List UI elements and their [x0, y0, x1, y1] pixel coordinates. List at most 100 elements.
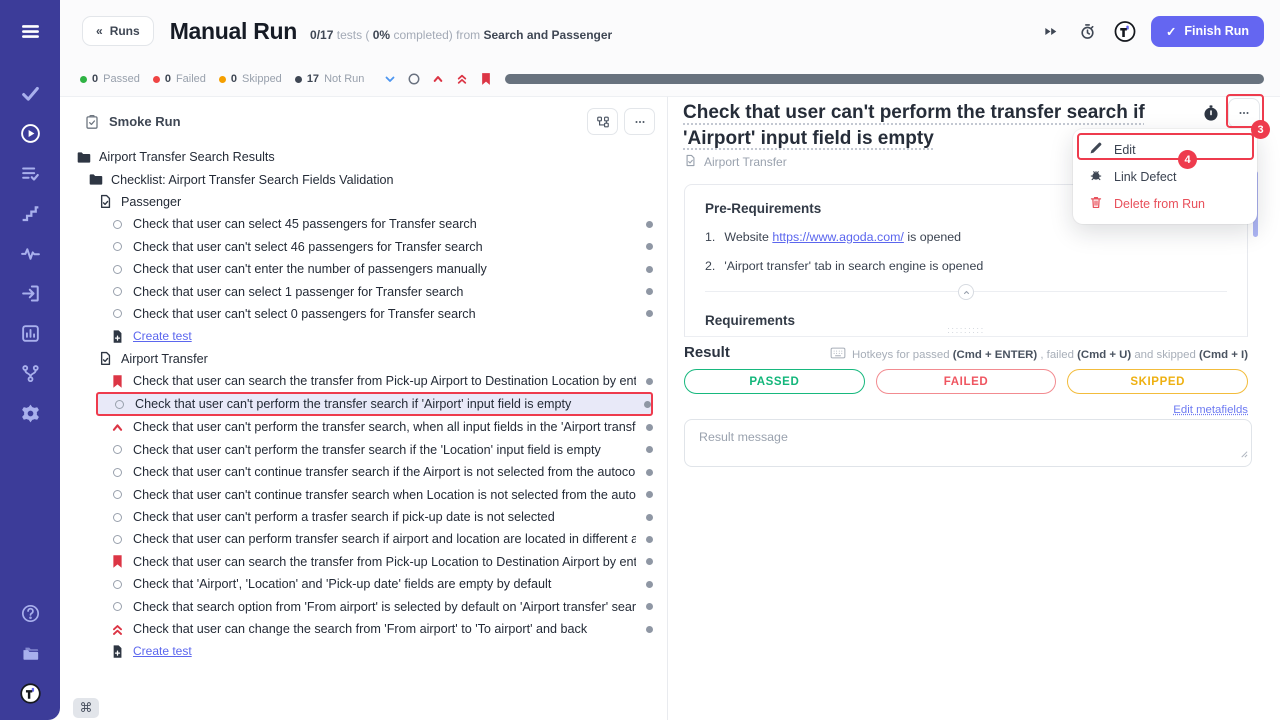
result-failed-button[interactable]: FAILED: [876, 369, 1057, 394]
test-more-button[interactable]: [1228, 98, 1260, 128]
help-icon[interactable]: [17, 600, 43, 626]
tree-folder-row[interactable]: Airport Transfer Search Results: [60, 146, 653, 168]
tree-create-row[interactable]: Create test: [60, 640, 653, 662]
status-stat-not-run: 17Not Run: [295, 73, 365, 85]
tree-row-label: Passenger: [121, 195, 653, 209]
stopwatch-icon[interactable]: [1077, 20, 1099, 42]
chevron-down-icon[interactable]: [383, 72, 397, 86]
not-run-dot: [646, 266, 653, 273]
status-count: 0: [231, 73, 237, 85]
group-view-button[interactable]: [587, 108, 618, 135]
circle-filter-icon[interactable]: [407, 72, 421, 86]
tree-test-row[interactable]: Check that 'Airport', 'Location' and 'Pi…: [60, 573, 653, 595]
section-divider: [705, 291, 1227, 292]
tree-create-row[interactable]: Create test: [60, 325, 653, 347]
status-dot: [80, 76, 87, 83]
tree-row-label: Check that user can't perform the transf…: [135, 397, 634, 411]
menu-item-delete-from-run[interactable]: Delete from Run: [1073, 190, 1257, 217]
suite-breadcrumb[interactable]: Airport Transfer: [684, 154, 787, 170]
keyboard-shortcuts-button[interactable]: ⌘: [73, 698, 99, 718]
not-run-circle-icon: [110, 599, 125, 614]
run-play-icon[interactable]: [17, 120, 43, 146]
not-run-circle-icon: [110, 465, 125, 480]
document-icon: [98, 351, 113, 366]
tree-test-row[interactable]: Check that user can't select 46 passenge…: [60, 236, 653, 258]
result-message-input[interactable]: [684, 419, 1252, 467]
branch-icon[interactable]: [17, 360, 43, 386]
menu-icon[interactable]: [17, 18, 43, 44]
steps-icon[interactable]: [17, 200, 43, 226]
tree-test-row[interactable]: Check that user can't continue transfer …: [60, 483, 653, 505]
tree-row-label: Airport Transfer: [121, 352, 653, 366]
workspace-logo[interactable]: [1114, 20, 1136, 42]
tree-row-label: Airport Transfer Search Results: [99, 150, 653, 164]
tree-row-label: Check that search option from 'From airp…: [133, 600, 636, 614]
status-label: Skipped: [242, 73, 282, 85]
page-title: Manual Run: [170, 18, 297, 45]
caret-up-filter-icon[interactable]: [431, 72, 445, 86]
tree-suite-row[interactable]: Passenger: [60, 191, 653, 213]
pencil-icon: [1089, 141, 1103, 158]
finish-run-button[interactable]: ✓ Finish Run: [1151, 16, 1264, 47]
resize-handle-icon[interactable]: ··················: [947, 327, 984, 335]
double-caret-up-filter-icon[interactable]: [455, 72, 469, 86]
tasks-check-icon[interactable]: [17, 80, 43, 106]
percent-completed: 0%: [373, 28, 390, 42]
tree-test-row[interactable]: Check that user can't perform the transf…: [60, 416, 653, 438]
not-run-circle-icon: [110, 510, 125, 525]
fast-forward-icon[interactable]: [1040, 20, 1062, 42]
tree-test-row[interactable]: Check that user can select 45 passengers…: [60, 213, 653, 235]
tree-test-row[interactable]: Check that user can search the transfer …: [60, 370, 653, 392]
list-check-icon[interactable]: [17, 160, 43, 186]
tree-test-row[interactable]: Check that user can't enter the number o…: [60, 258, 653, 280]
tree-test-row[interactable]: Check that user can't perform the transf…: [96, 392, 653, 416]
document-icon: [98, 194, 113, 209]
tree-row-label: Create test: [133, 644, 192, 658]
status-dot: [295, 76, 302, 83]
prerequirement-item: 1.Website https://www.agoda.com/ is open…: [705, 230, 1227, 244]
bookmark-icon: [110, 374, 125, 389]
double-caret-up-icon: [110, 622, 125, 637]
tree-test-row[interactable]: Check that user can select 1 passenger f…: [60, 280, 653, 302]
bookmark-icon: [110, 554, 125, 569]
brand-logo-icon[interactable]: [17, 680, 43, 706]
menu-item-edit[interactable]: Edit: [1073, 136, 1257, 163]
status-counters: 0Passed0Failed0Skipped17Not Run: [80, 73, 377, 85]
tree-test-row[interactable]: Check that user can't perform the transf…: [60, 439, 653, 461]
import-icon[interactable]: [17, 280, 43, 306]
tree-suite-row[interactable]: Airport Transfer: [60, 348, 653, 370]
back-to-runs-button[interactable]: « Runs: [82, 16, 154, 46]
menu-item-link-defect[interactable]: Link Defect: [1073, 163, 1257, 190]
tree-more-button[interactable]: [624, 108, 655, 135]
tree-test-row[interactable]: Check that user can't continue transfer …: [60, 461, 653, 483]
tree-folder-row[interactable]: Checklist: Airport Transfer Search Field…: [60, 168, 653, 190]
tests-fraction: 0/17: [310, 28, 333, 42]
test-context-menu: EditLink DefectDelete from Run: [1073, 129, 1257, 224]
collapse-toggle-icon[interactable]: [958, 284, 974, 300]
keyboard-icon: [830, 347, 846, 362]
report-icon[interactable]: [17, 320, 43, 346]
agoda-link[interactable]: https://www.agoda.com/: [772, 230, 904, 244]
projects-folder-icon[interactable]: [17, 640, 43, 666]
not-run-circle-icon: [110, 306, 125, 321]
tree-test-row[interactable]: Check that user can't perform a trasfer …: [60, 506, 653, 528]
not-run-dot: [644, 401, 651, 408]
tree-test-row[interactable]: Check that search option from 'From airp…: [60, 595, 653, 617]
not-run-dot: [646, 288, 653, 295]
edit-metafields-link[interactable]: Edit metafields: [1173, 404, 1248, 416]
timer-icon[interactable]: [1202, 104, 1220, 122]
status-stat-skipped: 0 Skipped: [219, 73, 282, 85]
settings-gear-icon[interactable]: [17, 400, 43, 426]
tree-test-row[interactable]: Check that user can change the search fr…: [60, 618, 653, 640]
status-label: Not Run: [324, 73, 364, 85]
bookmark-filter-icon[interactable]: [479, 72, 493, 86]
result-skipped-button[interactable]: SKIPPED: [1067, 369, 1248, 394]
prerequisite-number: 1.: [705, 230, 715, 244]
tree-test-row[interactable]: Check that user can't select 0 passenger…: [60, 303, 653, 325]
tree-test-row[interactable]: Check that user can search the transfer …: [60, 551, 653, 573]
not-run-dot: [646, 221, 653, 228]
trash-icon: [1089, 195, 1103, 212]
pulse-icon[interactable]: [17, 240, 43, 266]
result-passed-button[interactable]: PASSED: [684, 369, 865, 394]
tree-test-row[interactable]: Check that user can perform transfer sea…: [60, 528, 653, 550]
